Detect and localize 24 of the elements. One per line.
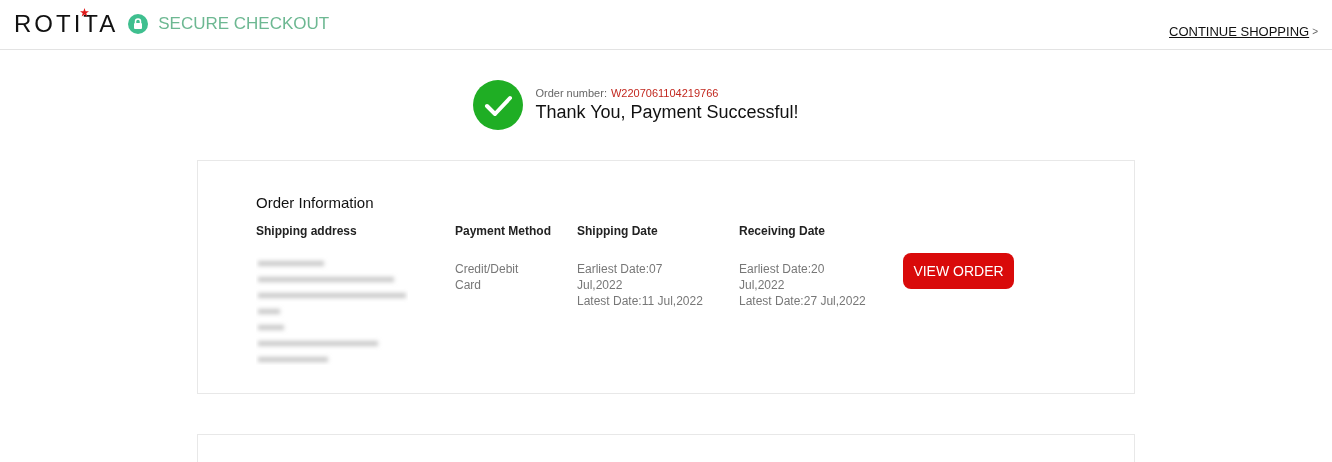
info-text: Earliest Date:20 bbox=[739, 261, 826, 277]
order-number-label: Order number: bbox=[535, 86, 607, 100]
secure-checkout-label: SECURE CHECKOUT bbox=[158, 13, 330, 36]
column-heading: Shipping Date bbox=[577, 223, 659, 239]
info-text: Latest Date:11 Jul,2022 bbox=[577, 293, 704, 309]
info-text: Jul,2022 bbox=[577, 277, 624, 293]
order-number: W2207061104219766 bbox=[610, 86, 719, 100]
section-title: Order Information bbox=[256, 193, 375, 213]
info-text: Latest Date:27 Jul,2022 bbox=[739, 293, 867, 309]
info-text: Credit/Debit bbox=[455, 261, 520, 277]
info-text: Earliest Date:07 bbox=[577, 261, 664, 277]
info-text: Card bbox=[455, 277, 482, 293]
continue-shopping-link[interactable]: CONTINUE SHOPPING bbox=[1169, 22, 1310, 42]
logo[interactable]: ROTITA bbox=[14, 10, 119, 37]
lock-icon bbox=[128, 14, 149, 34]
view-order-button[interactable]: VIEW ORDER bbox=[903, 253, 1014, 289]
column-heading: Shipping address bbox=[256, 223, 358, 239]
success-check-icon bbox=[473, 80, 524, 130]
chevron-text: > bbox=[1312, 25, 1318, 40]
column-heading: Receiving Date bbox=[739, 223, 827, 239]
star-icon bbox=[80, 8, 89, 17]
column-heading: Payment Method bbox=[455, 223, 552, 239]
success-message: Thank You, Payment Successful! bbox=[535, 101, 799, 124]
info-text: Jul,2022 bbox=[739, 277, 786, 293]
